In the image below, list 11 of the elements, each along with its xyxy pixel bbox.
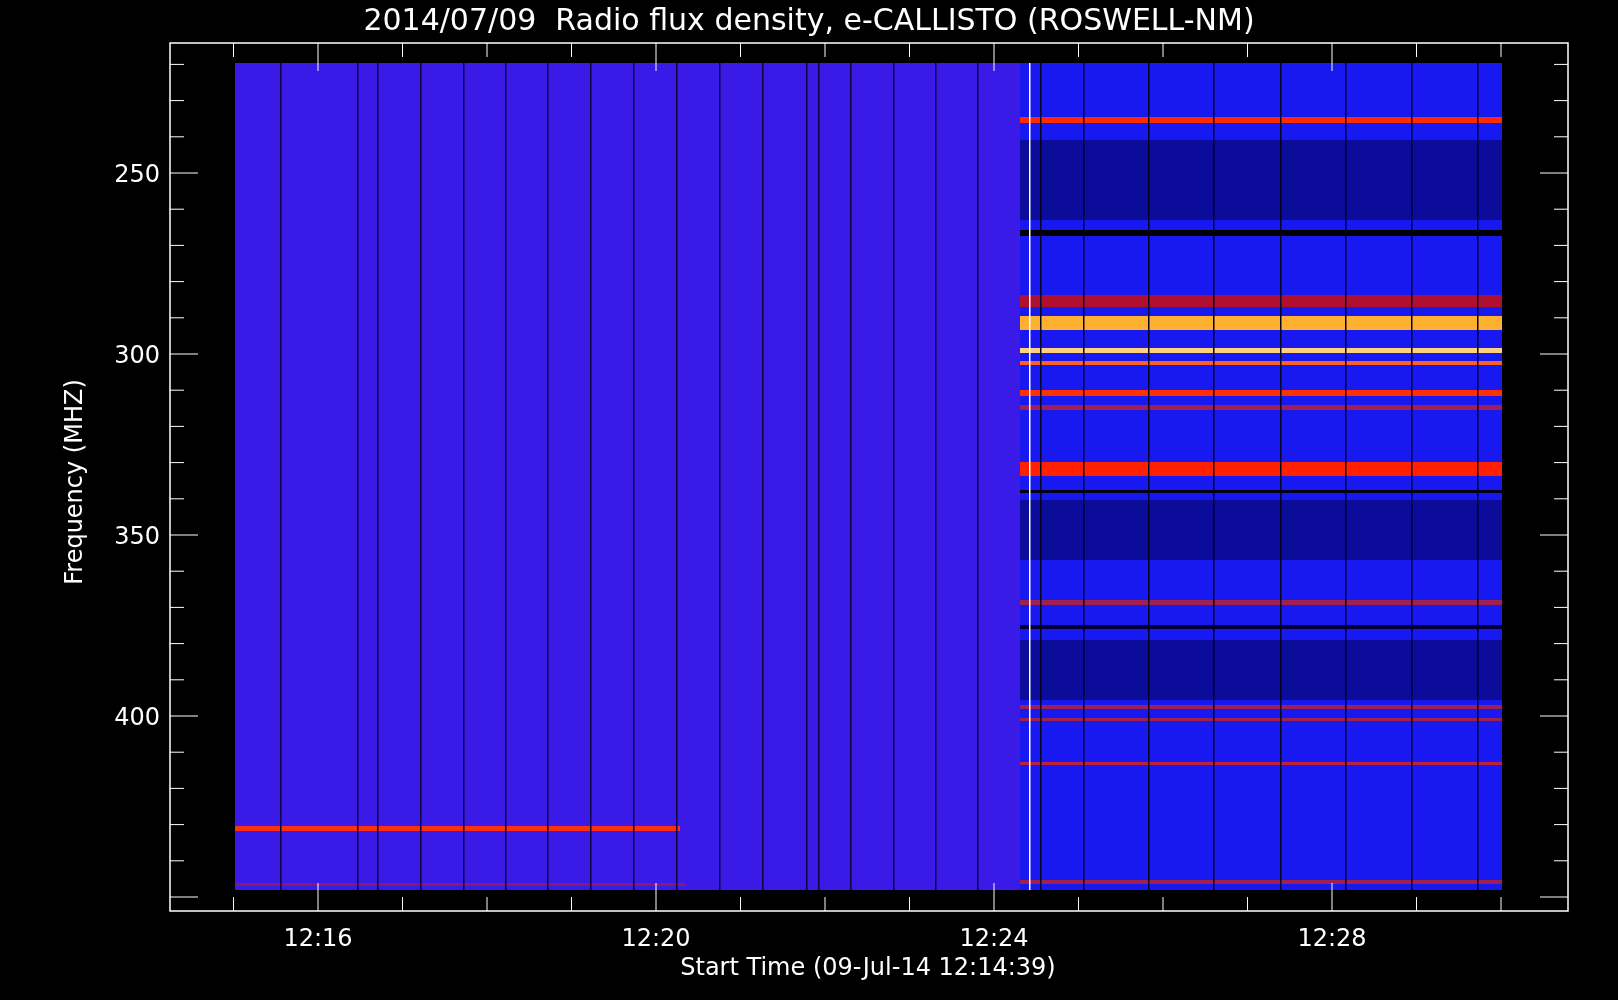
y-tick-label: 300 [114,341,160,369]
chart-title: 2014/07/09 Radio flux density, e-CALLISTO (ROSWELL-NM) [363,2,1255,37]
x-tick-label: 12:20 [621,924,691,952]
y-tick-label: 350 [114,522,160,550]
x-tick-label: 12:28 [1297,924,1367,952]
y-tick-label: 400 [114,703,160,731]
y-tick-label: 250 [114,160,160,188]
y-axis-title: Frequency (MHZ) [60,379,88,585]
x-axis-title: Start Time (09-Jul-14 12:14:39) [680,953,1056,981]
x-tick-label: 12:24 [959,924,1029,952]
x-tick-label: 12:16 [283,924,353,952]
